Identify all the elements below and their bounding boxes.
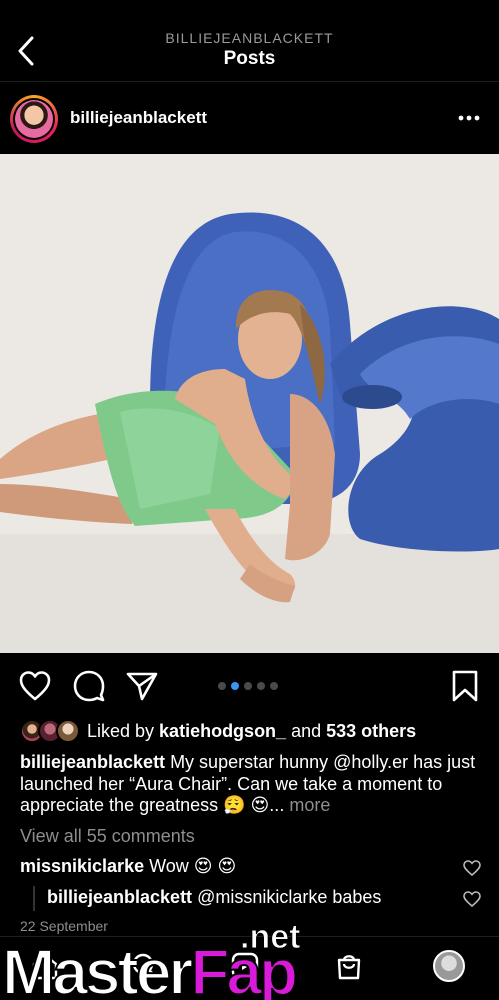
search-icon[interactable]: [130, 951, 160, 981]
carousel-dot: [218, 682, 226, 690]
carousel-indicator: [218, 682, 278, 690]
post-actions: [0, 655, 499, 715]
comment-text: Wow 😍 😍: [144, 856, 237, 876]
likes-count[interactable]: 533 others: [326, 721, 416, 741]
avatar[interactable]: [10, 95, 58, 143]
comment-text: @missnikiclarke babes: [192, 887, 382, 907]
view-all-comments-link[interactable]: View all 55 comments: [20, 826, 195, 847]
post-image[interactable]: [0, 154, 499, 653]
carousel-dot-active: [231, 682, 239, 690]
carousel-dot: [257, 682, 265, 690]
comment-like-heart-icon[interactable]: [463, 891, 481, 907]
comment-username[interactable]: missnikiclarke: [20, 856, 144, 876]
heart-icon[interactable]: [18, 669, 52, 703]
carousel-dot: [244, 682, 252, 690]
home-icon[interactable]: [30, 951, 60, 981]
bookmark-icon[interactable]: [448, 669, 482, 703]
caption-username[interactable]: billiejeanblackett: [20, 752, 165, 772]
share-icon[interactable]: [125, 669, 159, 703]
profile-avatar-tab[interactable]: [433, 950, 465, 982]
comment-like-heart-icon[interactable]: [463, 860, 481, 876]
post-username[interactable]: billiejeanblackett: [70, 108, 207, 128]
comment: missnikiclarke Wow 😍 😍: [20, 856, 236, 877]
reply-thread-line: [33, 886, 35, 911]
top-bar: BILLIEJEANBLACKETT Posts: [0, 0, 499, 82]
more-horizontal-icon[interactable]: [457, 111, 481, 125]
likes-text: Liked by katiehodgson_ and 533 others: [87, 721, 417, 741]
post-caption: billiejeanblackett My superstar hunny @h…: [20, 752, 485, 817]
account-name-caps: BILLIEJEANBLACKETT: [165, 30, 334, 46]
liker-avatar: [56, 719, 80, 743]
more-link[interactable]: more: [289, 795, 330, 815]
reels-icon[interactable]: [230, 951, 260, 981]
comment-icon[interactable]: [72, 669, 106, 703]
likes-row[interactable]: Liked by katiehodgson_ and 533 others: [20, 718, 490, 744]
comment-reply: billiejeanblackett @missnikiclarke babes: [47, 887, 381, 908]
post-header: billiejeanblackett: [0, 83, 499, 153]
shop-bag-icon[interactable]: [334, 951, 364, 981]
carousel-dot: [270, 682, 278, 690]
liker-username[interactable]: katiehodgson_: [159, 721, 286, 741]
post-date: 22 September: [20, 918, 108, 934]
bottom-navigation: [0, 936, 499, 1000]
page-title: Posts: [223, 48, 276, 69]
comment-username[interactable]: billiejeanblackett: [47, 887, 192, 907]
